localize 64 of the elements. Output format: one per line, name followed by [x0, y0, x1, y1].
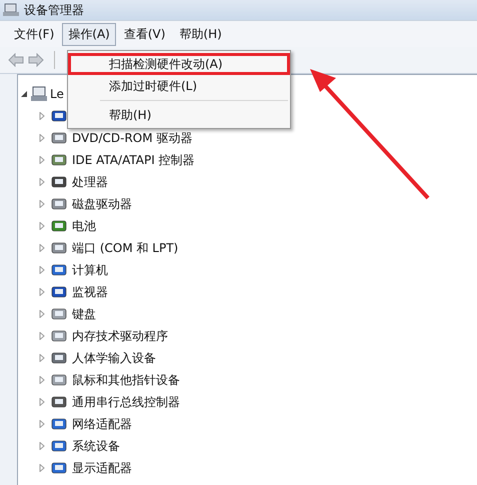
expand-arrow-icon[interactable]	[38, 420, 46, 428]
menu-option[interactable]: 帮助(H)	[68, 104, 290, 126]
expand-arrow-icon[interactable]	[38, 332, 46, 340]
computer-icon	[3, 3, 19, 17]
expand-arrow-icon[interactable]	[38, 222, 46, 230]
expand-arrow-icon[interactable]	[38, 200, 46, 208]
expand-arrow-icon[interactable]	[38, 376, 46, 384]
device-icon	[50, 130, 68, 146]
tree-item[interactable]: 人体学输入设备	[72, 350, 156, 366]
expand-arrow-icon[interactable]	[38, 288, 46, 296]
tree-item[interactable]: IDE ATA/ATAPI 控制器	[72, 152, 195, 168]
menu-item[interactable]: 操作(A)	[62, 22, 116, 46]
tree-item[interactable]: Le	[50, 87, 64, 101]
device-icon	[50, 240, 68, 256]
menu-item[interactable]: 文件(F)	[8, 22, 60, 46]
tree-item[interactable]: 磁盘驱动器	[72, 196, 132, 212]
tree-item[interactable]: 电池	[72, 218, 96, 234]
device-icon	[50, 328, 68, 344]
expand-arrow-icon[interactable]	[38, 112, 46, 120]
device-icon	[50, 438, 68, 454]
back-icon[interactable]	[8, 53, 24, 67]
expand-arrow-icon[interactable]	[38, 398, 46, 406]
menu-item[interactable]: 帮助(H)	[173, 22, 228, 46]
device-icon	[50, 196, 68, 212]
forward-icon[interactable]	[28, 53, 44, 67]
expand-arrow-icon[interactable]	[38, 244, 46, 252]
tree-item[interactable]: 通用串行总线控制器	[72, 394, 180, 410]
device-icon	[50, 284, 68, 300]
tree-item[interactable]: 网络适配器	[72, 416, 132, 432]
tree-item[interactable]: 鼠标和其他指针设备	[72, 372, 180, 388]
expand-arrow-icon[interactable]	[38, 310, 46, 318]
device-icon	[50, 372, 68, 388]
expand-arrow-icon[interactable]	[38, 178, 46, 186]
expanded-arrow-icon[interactable]	[20, 90, 28, 98]
expand-arrow-icon[interactable]	[38, 354, 46, 362]
expand-arrow-icon[interactable]	[38, 134, 46, 142]
menu-option[interactable]: 添加过时硬件(L)	[68, 75, 290, 97]
device-icon	[50, 174, 68, 190]
device-icon	[50, 152, 68, 168]
tree-item[interactable]: 端口 (COM 和 LPT)	[72, 240, 178, 256]
tree-item[interactable]: 显示适配器	[72, 460, 132, 476]
tree-item[interactable]: 监视器	[72, 284, 108, 300]
device-icon	[50, 416, 68, 432]
tree-item[interactable]: 计算机	[72, 262, 108, 278]
tree-item[interactable]: 键盘	[72, 306, 96, 322]
expand-arrow-icon[interactable]	[38, 442, 46, 450]
device-icon	[50, 350, 68, 366]
expand-arrow-icon[interactable]	[38, 266, 46, 274]
tree-item[interactable]: 处理器	[72, 174, 108, 190]
window-title: 设备管理器	[24, 2, 84, 18]
expand-arrow-icon[interactable]	[38, 464, 46, 472]
tree-item[interactable]: DVD/CD-ROM 驱动器	[72, 130, 192, 146]
device-icon	[50, 262, 68, 278]
device-icon	[50, 306, 68, 322]
menu-item[interactable]: 查看(V)	[118, 22, 172, 46]
device-icon	[50, 108, 68, 124]
device-icon	[50, 394, 68, 410]
tree-item[interactable]: 内存技术驱动程序	[72, 328, 168, 344]
expand-arrow-icon[interactable]	[38, 156, 46, 164]
computer-icon	[30, 86, 48, 102]
device-icon	[50, 460, 68, 476]
tree-item[interactable]: 系统设备	[72, 438, 120, 454]
device-icon	[50, 218, 68, 234]
menu-option[interactable]: 扫描检测硬件改动(A)	[68, 53, 290, 75]
